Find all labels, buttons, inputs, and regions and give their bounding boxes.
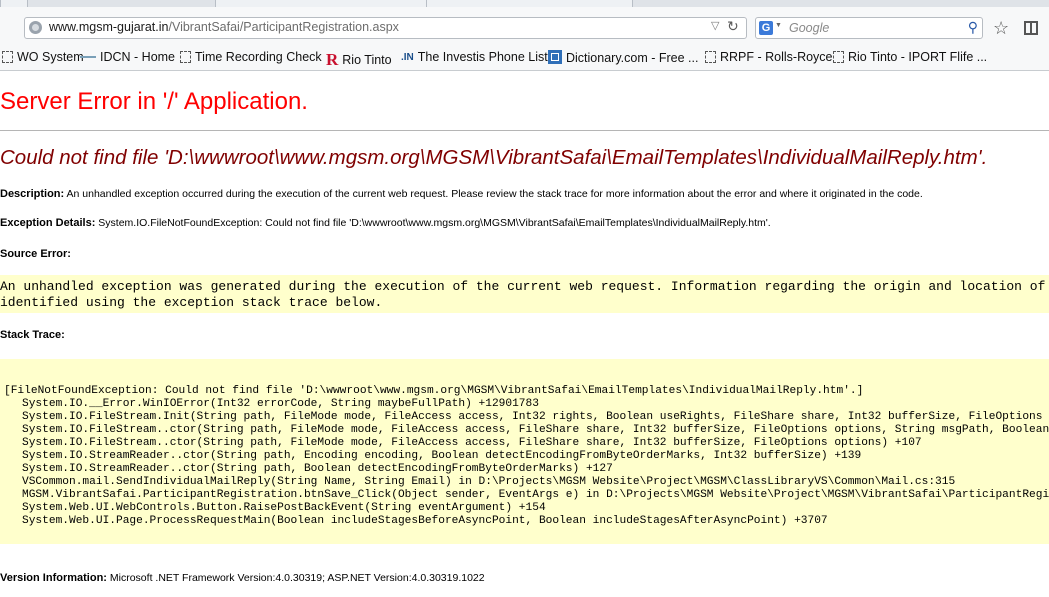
error-subtitle: Could not find file 'D:\wwwroot\www.mgsm… bbox=[0, 146, 988, 169]
bookmark-investis[interactable]: .IN The Investis Phone List bbox=[401, 50, 548, 64]
description-text: An unhandled exception occurred during t… bbox=[66, 188, 923, 200]
browser-tab[interactable] bbox=[215, 0, 427, 7]
page-icon bbox=[2, 51, 13, 63]
bookmark-label: Time Recording Check bbox=[195, 50, 322, 64]
page-icon bbox=[180, 51, 191, 63]
google-icon[interactable]: G bbox=[759, 21, 773, 35]
exception-details-label: Exception Details: bbox=[0, 217, 96, 229]
bookmark-idcn-home[interactable]: IDCN - Home bbox=[80, 50, 175, 64]
source-error-box: An unhandled exception was generated dur… bbox=[0, 275, 1049, 313]
page-icon bbox=[705, 51, 716, 63]
bookmark-rrpf[interactable]: RRPF - Rolls-Royce bbox=[705, 50, 833, 64]
error-page: Server Error in '/' Application. Could n… bbox=[0, 71, 1049, 597]
description-label: Description: bbox=[0, 188, 65, 200]
bookmark-time-recording[interactable]: Time Recording Check bbox=[180, 50, 322, 64]
stack-trace-frame: VSCommon.mail.SendIndividualMailReply(St… bbox=[22, 476, 956, 488]
history-dropdown-icon[interactable]: ▽ bbox=[711, 19, 719, 32]
exception-details-text: System.IO.FileNotFoundException: Could n… bbox=[98, 217, 771, 229]
stack-trace-frame: System.IO.__Error.WinIOError(Int32 error… bbox=[22, 398, 539, 410]
stack-trace-frame: System.IO.FileStream..ctor(String path, … bbox=[22, 437, 922, 449]
url-domain: www.mgsm-gujarat.in bbox=[49, 20, 169, 34]
stack-trace-frame: System.IO.FileStream.Init(String path, F… bbox=[22, 411, 1043, 423]
rio-tinto-icon: R bbox=[326, 50, 339, 69]
stack-trace-frame: System.Web.UI.WebControls.Button.RaisePo… bbox=[22, 502, 546, 514]
bookmark-wo-system[interactable]: WO System bbox=[2, 50, 84, 64]
search-icon[interactable]: ⚲ bbox=[968, 19, 978, 36]
stack-trace-lines: [FileNotFoundException: Could not find f… bbox=[0, 385, 1049, 528]
browser-tab[interactable] bbox=[426, 0, 633, 7]
stack-trace-frame: System.IO.StreamReader..ctor(String path… bbox=[22, 450, 862, 462]
divider bbox=[0, 130, 1049, 131]
stack-trace-frame: System.IO.StreamReader..ctor(String path… bbox=[22, 463, 613, 475]
exception-details-row: Exception Details: System.IO.FileNotFoun… bbox=[0, 217, 771, 229]
address-text[interactable]: www.mgsm-gujarat.in/VibrantSafai/Partici… bbox=[49, 20, 399, 34]
version-information-row: Version Information: Microsoft .NET Fram… bbox=[0, 572, 485, 584]
bookmark-label: IDCN - Home bbox=[100, 50, 176, 64]
bookmark-label: The Investis Phone List bbox=[417, 50, 548, 64]
bookmark-label: Rio Tinto bbox=[342, 53, 392, 67]
url-path: /VibrantSafai/ParticipantRegistration.as… bbox=[168, 20, 399, 34]
bookmark-rio-tinto-iport[interactable]: Rio Tinto - IPORT Flife ... bbox=[833, 50, 987, 64]
address-bar[interactable]: www.mgsm-gujarat.in/VibrantSafai/Partici… bbox=[24, 17, 747, 39]
bookmark-dictionary[interactable]: Dictionary.com - Free ... bbox=[548, 50, 698, 65]
idcn-icon bbox=[80, 56, 96, 58]
chevron-down-icon[interactable]: ▼ bbox=[775, 22, 782, 29]
version-information-label: Version Information: bbox=[0, 572, 107, 584]
stack-trace-exception: [FileNotFoundException: Could not find f… bbox=[4, 385, 864, 397]
investis-icon: .IN bbox=[401, 52, 414, 63]
search-input[interactable]: Google bbox=[789, 21, 829, 35]
bookmark-label: RRPF - Rolls-Royce bbox=[720, 50, 833, 64]
version-information-text: Microsoft .NET Framework Version:4.0.303… bbox=[109, 572, 485, 584]
bookmark-rio-tinto[interactable]: R Rio Tinto bbox=[326, 50, 392, 70]
globe-icon bbox=[29, 21, 42, 34]
stack-trace-frame: System.Web.UI.Page.ProcessRequestMain(Bo… bbox=[22, 515, 828, 527]
stack-trace-frame: MGSM.VibrantSafai.ParticipantRegistratio… bbox=[22, 489, 1049, 501]
bookmark-label: Dictionary.com - Free ... bbox=[566, 51, 699, 65]
page-icon bbox=[833, 51, 844, 63]
bookmark-label: WO System bbox=[17, 50, 84, 64]
page-title: Server Error in '/' Application. bbox=[0, 88, 308, 115]
stack-trace-box: [FileNotFoundException: Could not find f… bbox=[0, 359, 1049, 544]
search-bar[interactable]: G ▼ Google ⚲ bbox=[755, 17, 983, 39]
bookmarks-toolbar: WO System IDCN - Home Time Recording Che… bbox=[0, 47, 1049, 71]
dictionary-icon bbox=[548, 50, 562, 64]
description-row: Description: An unhandled exception occu… bbox=[0, 188, 923, 200]
bookmark-star-icon[interactable]: ☆ bbox=[993, 19, 1009, 37]
stack-trace-frame: System.IO.FileStream..ctor(String path, … bbox=[22, 424, 1049, 436]
navigation-toolbar: www.mgsm-gujarat.in/VibrantSafai/Partici… bbox=[0, 7, 1049, 47]
source-error-text: An unhandled exception was generated dur… bbox=[0, 279, 1046, 310]
bookmark-label: Rio Tinto - IPORT Flife ... bbox=[848, 50, 988, 64]
tab-strip bbox=[0, 0, 1049, 7]
reload-icon[interactable]: ↻ bbox=[727, 18, 739, 35]
source-error-label: Source Error: bbox=[0, 248, 71, 260]
browser-tab[interactable] bbox=[0, 0, 28, 7]
stack-trace-label: Stack Trace: bbox=[0, 329, 65, 341]
library-icon[interactable] bbox=[1024, 21, 1038, 35]
